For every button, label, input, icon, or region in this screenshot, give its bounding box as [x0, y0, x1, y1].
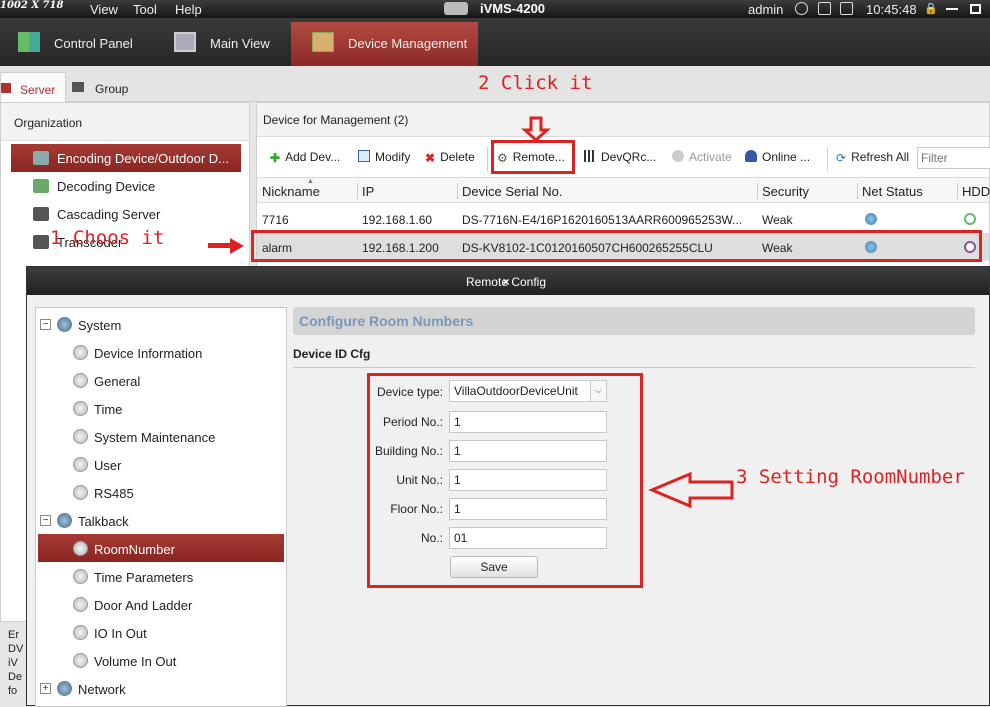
arrow-right-icon: [208, 238, 244, 254]
annotation-arrows: [208, 116, 734, 509]
arrow-left-icon: [648, 471, 734, 509]
arrow-down-icon: [521, 116, 551, 143]
